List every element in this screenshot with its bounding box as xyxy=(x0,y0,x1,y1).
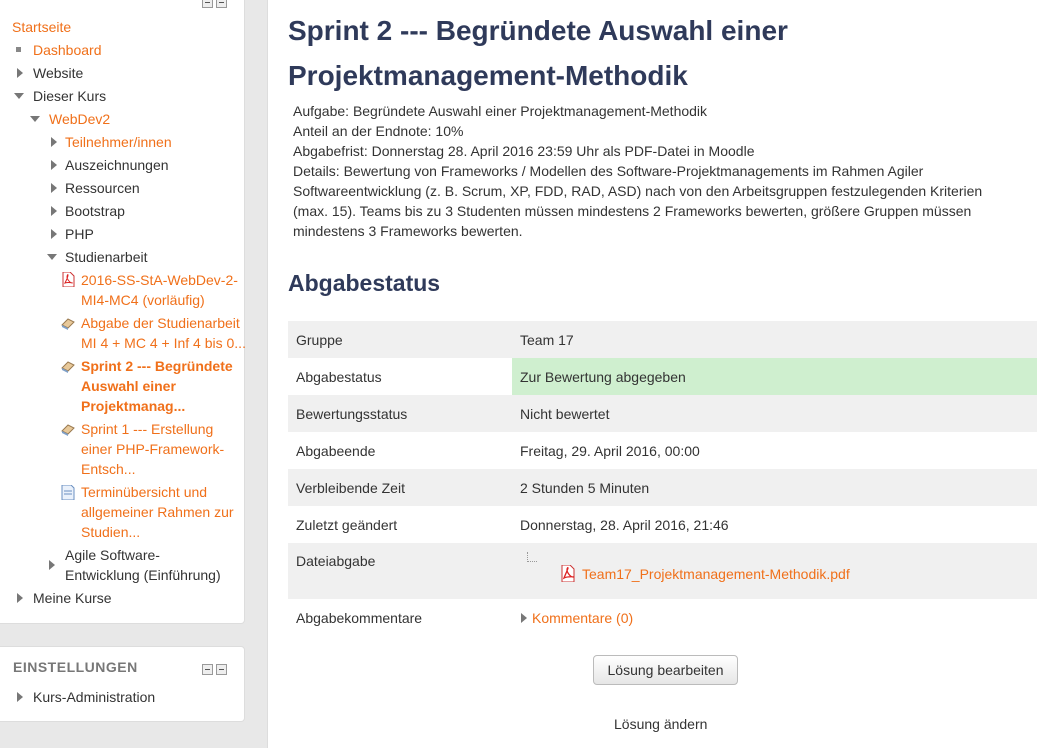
nav-kurs-administration[interactable]: Kurs-Administration xyxy=(33,687,155,707)
assignment-icon xyxy=(61,361,75,373)
collapse-arrow-icon[interactable] xyxy=(30,116,40,122)
comments-toggle[interactable]: Kommentare (0) xyxy=(520,610,633,626)
row-value: Donnerstag, 28. April 2016, 21:46 xyxy=(520,516,729,533)
nav-assignment-sprint1[interactable]: Sprint 1 --- Erstellung xyxy=(81,419,213,439)
row-value: Team17_Projektmanagement-Methodik.pdf xyxy=(512,543,1037,599)
page-icon xyxy=(61,485,75,500)
row-key: Abgabeende xyxy=(296,442,376,459)
submitted-file-link[interactable]: Team17_Projektmanagement-Methodik.pdf xyxy=(560,565,850,582)
table-row: Bewertungsstatus Nicht bewertet xyxy=(288,395,1037,432)
row-key: Verbleibende Zeit xyxy=(288,469,512,506)
nav-website[interactable]: Website xyxy=(33,63,83,83)
dock-block-icon[interactable] xyxy=(216,664,227,675)
row-value: Freitag, 29. April 2016, 00:00 xyxy=(520,442,700,459)
expand-arrow-icon[interactable] xyxy=(17,593,23,603)
assignment-description: Aufgabe: Begründete Auswahl einer Projek… xyxy=(293,101,1013,241)
row-key: Dateiabgabe xyxy=(288,543,512,599)
desc-aufgabe: Aufgabe: Begründete Auswahl einer Projek… xyxy=(293,103,708,119)
nav-assignment-sprint1-line3[interactable]: Entsch... xyxy=(81,459,135,479)
table-row: Abgabekommentare Kommentare (0) xyxy=(288,599,1037,636)
row-key: Zuletzt geändert xyxy=(296,516,398,533)
nav-studienarbeit[interactable]: Studienarbeit xyxy=(65,247,148,267)
nav-assignment-abgabe-line2[interactable]: MI 4 + MC 4 + Inf 4 bis 0... xyxy=(81,333,246,353)
submitted-file-name: Team17_Projektmanagement-Methodik.pdf xyxy=(582,565,850,582)
table-row: Abgabestatus Zur Bewertung abgegeben xyxy=(288,358,1037,395)
page-title-line1: Sprint 2 --- Begründete Auswahl einer xyxy=(288,15,788,46)
nav-page-terminuebersicht-line2[interactable]: allgemeiner Rahmen zur xyxy=(81,502,234,522)
nav-teilnehmer[interactable]: Teilnehmer/innen xyxy=(65,132,172,152)
pdf-file-icon xyxy=(62,272,75,287)
desc-details-4: mindestens 3 Frameworks bewerten. xyxy=(293,223,523,239)
nav-meine-kurse[interactable]: Meine Kurse xyxy=(33,588,112,608)
nav-ressourcen[interactable]: Ressourcen xyxy=(65,178,140,198)
nav-assignment-sprint2-line2[interactable]: Auswahl einer xyxy=(81,376,176,396)
change-submission-text: Lösung ändern xyxy=(614,716,708,732)
edit-submission-button[interactable]: Lösung bearbeiten xyxy=(593,655,738,685)
nav-assignment-sprint2[interactable]: Sprint 2 --- Begründete xyxy=(81,356,233,376)
page-title: Sprint 2 --- Begründete Auswahl einer Pr… xyxy=(288,8,848,98)
dock-block-icon[interactable] xyxy=(216,0,227,8)
nav-assignment-sprint2-line3[interactable]: Projektmanag... xyxy=(81,396,185,416)
nav-agile[interactable]: Agile Software- xyxy=(65,545,160,565)
desc-anteil: Anteil an der Endnote: 10% xyxy=(293,123,464,139)
assignment-icon xyxy=(61,318,75,330)
expand-arrow-icon[interactable] xyxy=(17,692,23,702)
settings-block xyxy=(0,646,245,722)
expand-arrow-icon[interactable] xyxy=(51,137,57,147)
row-key: Bewertungsstatus xyxy=(288,395,512,432)
nav-assignment-abgabe[interactable]: Abgabe der Studienarbeit xyxy=(81,313,240,333)
comments-label: Kommentare (0) xyxy=(532,609,634,626)
row-value: 2 Stunden 5 Minuten xyxy=(512,469,1037,506)
table-row: Zuletzt geändert Donnerstag, 28. April 2… xyxy=(288,506,1037,543)
nav-dashboard[interactable]: Dashboard xyxy=(33,40,102,60)
nav-php[interactable]: PHP xyxy=(65,224,94,244)
expand-arrow-icon[interactable] xyxy=(49,560,55,570)
desc-details-2: Softwareentwicklung (z. B. Scrum, XP, FD… xyxy=(293,183,983,199)
row-key: Gruppe xyxy=(288,321,512,358)
nav-page-terminuebersicht-line3[interactable]: Studien... xyxy=(81,522,140,542)
collapse-block-icon[interactable] xyxy=(202,0,213,8)
bullet-icon xyxy=(16,47,21,52)
expand-arrow-icon[interactable] xyxy=(51,160,57,170)
expand-arrow-icon[interactable] xyxy=(17,68,23,78)
nav-webdev2[interactable]: WebDev2 xyxy=(49,109,110,129)
nav-startseite[interactable]: Startseite xyxy=(12,17,71,37)
table-row: Dateiabgabe Team17_Projektmanagement-Met… xyxy=(288,543,1037,599)
collapse-block-icon[interactable] xyxy=(202,664,213,675)
nav-auszeichnungen[interactable]: Auszeichnungen xyxy=(65,155,169,175)
desc-frist: Abgabefrist: Donnerstag 28. April 2016 2… xyxy=(293,143,755,159)
nav-resource-pdf[interactable]: 2016-SS-StA-WebDev-2- xyxy=(81,270,238,290)
expand-arrow-icon[interactable] xyxy=(51,206,57,216)
expand-arrow-icon[interactable] xyxy=(51,229,57,239)
collapse-arrow-icon[interactable] xyxy=(14,93,24,99)
table-row: Verbleibende Zeit 2 Stunden 5 Minuten xyxy=(288,469,1037,506)
file-tree-connector xyxy=(527,552,537,562)
status-heading: Abgabestatus xyxy=(288,270,441,296)
pdf-file-icon xyxy=(561,565,575,582)
expand-arrow-icon[interactable] xyxy=(51,183,57,193)
nav-resource-pdf-line2[interactable]: MI4-MC4 (vorläufig) xyxy=(81,290,205,310)
table-row: Gruppe Team 17 xyxy=(288,321,1037,358)
expand-arrow-icon xyxy=(521,612,527,623)
submission-status-value: Zur Bewertung abgegeben xyxy=(512,358,1037,395)
row-key: Abgabekommentare xyxy=(296,609,423,626)
row-value: Kommentare (0) xyxy=(512,599,1037,636)
nav-dieser-kurs[interactable]: Dieser Kurs xyxy=(33,86,106,106)
row-value: Nicht bewertet xyxy=(512,395,1037,432)
collapse-arrow-icon[interactable] xyxy=(47,254,57,260)
page-title-line2: Projektmanagement-Methodik xyxy=(288,60,688,91)
desc-details-1: Details: Bewertung von Frameworks / Mode… xyxy=(293,163,924,179)
status-table: Gruppe Team 17 Abgabestatus Zur Bewertun… xyxy=(288,321,1037,636)
row-key: Abgabestatus xyxy=(296,368,382,385)
nav-page-terminuebersicht[interactable]: Terminübersicht und xyxy=(81,482,207,502)
table-row: Abgabeende Freitag, 29. April 2016, 00:0… xyxy=(288,432,1037,469)
settings-title: EINSTELLUNGEN xyxy=(13,659,138,675)
nav-assignment-sprint1-line2[interactable]: einer PHP-Framework- xyxy=(81,439,224,459)
desc-details-3: (max. 15). Teams bis zu 3 Studenten müss… xyxy=(293,203,972,219)
row-value: Team 17 xyxy=(512,321,1037,358)
assignment-icon xyxy=(61,424,75,436)
nav-bootstrap[interactable]: Bootstrap xyxy=(65,201,125,221)
nav-agile-line2[interactable]: Entwicklung (Einführung) xyxy=(65,565,221,585)
